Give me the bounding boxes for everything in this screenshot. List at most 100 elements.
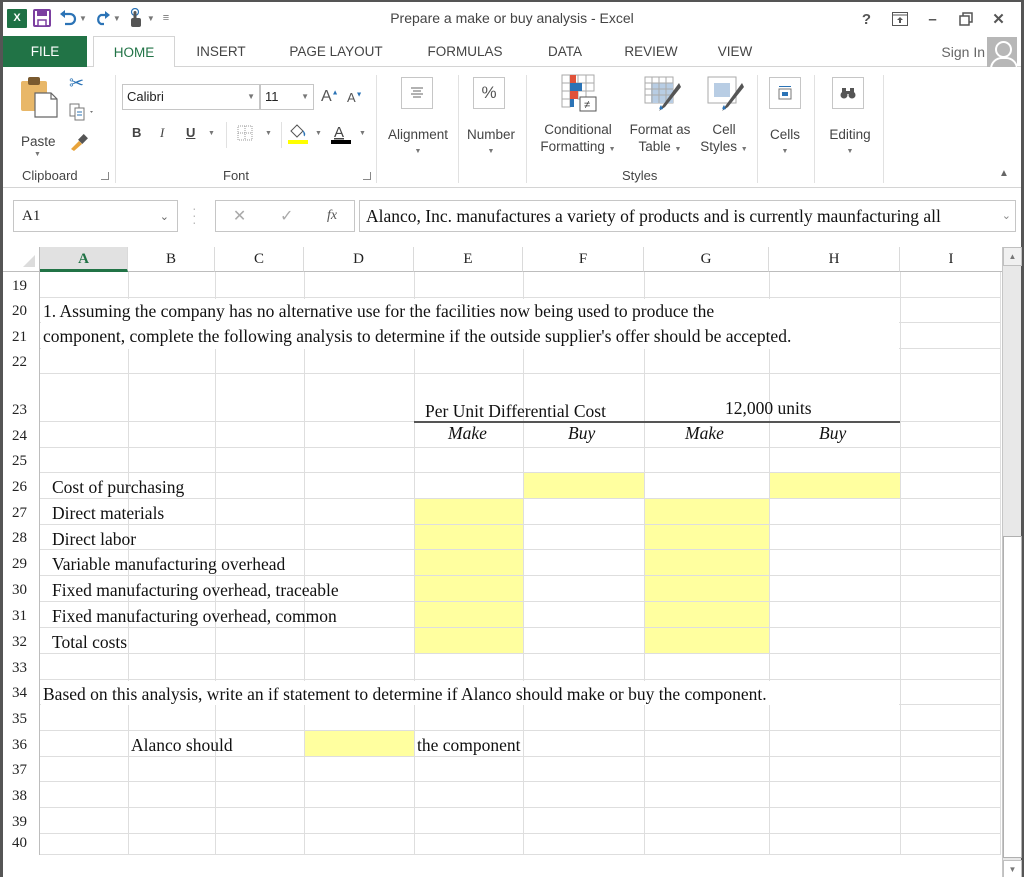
font-size-dropdown-icon[interactable]: ▼ <box>301 85 309 109</box>
tab-insert[interactable]: INSERT <box>185 36 257 67</box>
row-header-37[interactable]: 37 <box>3 757 40 782</box>
alignment-button[interactable]: Alignment ▼ <box>381 126 455 160</box>
avatar-icon[interactable] <box>987 36 1017 67</box>
tab-home[interactable]: HOME <box>93 36 175 68</box>
cancel-icon[interactable]: ✕ <box>233 206 246 226</box>
underline-button[interactable]: U <box>186 125 195 140</box>
column-header-f[interactable]: F <box>523 247 644 272</box>
close-icon[interactable]: ✕ <box>982 8 1015 30</box>
cell-a21[interactable]: component, complete the following analys… <box>43 326 791 346</box>
row-header-35[interactable]: 35 <box>3 705 40 731</box>
font-name-dropdown-icon[interactable]: ▼ <box>247 85 255 109</box>
font-launcher-icon[interactable] <box>363 172 371 180</box>
column-header-i[interactable]: I <box>900 247 1002 272</box>
sign-in[interactable]: Sign In <box>941 36 1017 67</box>
column-header-e[interactable]: E <box>414 247 523 272</box>
underline-dropdown-icon[interactable]: ▼ <box>208 130 215 137</box>
cell-a31[interactable]: Fixed manufacturing overhead, common <box>52 606 337 626</box>
row-header-19[interactable]: 19 <box>3 272 40 298</box>
paste-button[interactable]: Paste ▼ <box>13 75 65 158</box>
tab-data[interactable]: DATA <box>537 36 593 67</box>
row-header-31[interactable]: 31 <box>3 602 40 628</box>
format-painter-icon[interactable] <box>69 133 89 156</box>
bold-button[interactable]: B <box>132 125 141 140</box>
cell-a34[interactable]: Based on this analysis, write an if stat… <box>43 684 767 704</box>
input-cell-f26[interactable] <box>523 473 644 499</box>
cell-a26[interactable]: Cost of purchasing <box>52 477 184 497</box>
cell-a32[interactable]: Total costs <box>52 632 127 652</box>
insert-function-icon[interactable]: fx <box>327 208 337 224</box>
column-header-a[interactable]: A <box>40 247 128 272</box>
font-size-select[interactable]: 11 ▼ <box>260 84 314 110</box>
cells-icon[interactable] <box>769 77 801 109</box>
row-header-30[interactable]: 30 <box>3 576 40 602</box>
row-header-38[interactable]: 38 <box>3 782 40 808</box>
row-header-24[interactable]: 24 <box>3 422 40 448</box>
number-button[interactable]: Number ▼ <box>461 126 521 160</box>
cell-g23[interactable]: 12,000 units <box>725 398 812 418</box>
column-header-g[interactable]: G <box>644 247 769 272</box>
cell-h24[interactable]: Buy <box>819 423 846 443</box>
borders-icon[interactable] <box>237 125 253 146</box>
row-header-21[interactable]: 21 <box>3 323 40 349</box>
tab-page-layout[interactable]: PAGE LAYOUT <box>281 36 391 67</box>
input-cell-h26[interactable] <box>769 473 900 499</box>
row-header-33[interactable]: 33 <box>3 654 40 680</box>
row-header-26[interactable]: 26 <box>3 473 40 499</box>
cut-icon[interactable]: ✂ <box>69 73 84 94</box>
conditional-formatting-button[interactable]: Conditional Formatting ▼ <box>533 121 623 158</box>
fill-color-icon[interactable] <box>287 122 309 151</box>
scroll-down-icon[interactable]: ▼ <box>1003 860 1022 877</box>
row-header-20[interactable]: 20 <box>3 298 40 323</box>
name-box-dropdown-icon[interactable]: ⌄ <box>160 202 169 232</box>
tab-file[interactable]: FILE <box>3 36 87 67</box>
formula-bar-resize-handle[interactable]: · · · <box>192 201 197 229</box>
row-header-23[interactable]: 23 <box>3 374 40 422</box>
cell-a30[interactable]: Fixed manufacturing overhead, traceable <box>52 580 339 600</box>
scroll-up-icon[interactable]: ▲ <box>1003 247 1022 266</box>
font-color-icon[interactable]: A <box>330 122 352 151</box>
row-header-29[interactable]: 29 <box>3 550 40 576</box>
row-header-27[interactable]: 27 <box>3 499 40 525</box>
number-format-icon[interactable]: % <box>473 77 505 109</box>
name-box[interactable]: A1 ⌄ <box>13 200 178 232</box>
row-header-40[interactable]: 40 <box>3 834 40 855</box>
increase-font-size-icon[interactable]: A▲ <box>321 88 339 106</box>
scrollbar-thumb[interactable] <box>1003 536 1022 858</box>
row-header-25[interactable]: 25 <box>3 448 40 473</box>
borders-dropdown-icon[interactable]: ▼ <box>265 130 272 137</box>
cell-a20[interactable]: 1. Assuming the company has no alternati… <box>43 301 714 321</box>
copy-icon[interactable] <box>69 103 97 126</box>
cell-e36[interactable]: the component <box>417 735 521 755</box>
enter-icon[interactable]: ✓ <box>280 206 293 226</box>
editing-button[interactable]: Editing ▼ <box>821 126 879 160</box>
format-as-table-button[interactable]: Format as Table ▼ <box>623 121 697 158</box>
cell-a27[interactable]: Direct materials <box>52 503 164 523</box>
cell-e24[interactable]: Make <box>448 423 487 443</box>
italic-button[interactable]: I <box>160 125 164 141</box>
cell-e23[interactable]: Per Unit Differential Cost <box>425 401 606 421</box>
input-range-g27-g32[interactable] <box>644 499 769 654</box>
row-header-39[interactable]: 39 <box>3 808 40 834</box>
column-header-h[interactable]: H <box>769 247 900 272</box>
clipboard-launcher-icon[interactable] <box>101 172 109 180</box>
row-header-34[interactable]: 34 <box>3 680 40 705</box>
row-header-36[interactable]: 36 <box>3 731 40 757</box>
column-header-c[interactable]: C <box>215 247 304 272</box>
find-icon[interactable] <box>832 77 864 109</box>
cell-b36[interactable]: Alanco should <box>131 735 233 755</box>
sign-in-label[interactable]: Sign In <box>941 44 985 60</box>
expand-formula-bar-icon[interactable]: ⌄ <box>999 201 1011 231</box>
cell-styles-button[interactable]: Cell Styles ▼ <box>695 121 753 158</box>
select-all-button[interactable] <box>3 247 40 272</box>
vertical-scrollbar[interactable]: ▲ ▼ <box>1002 247 1022 877</box>
font-color-dropdown-icon[interactable]: ▼ <box>359 130 366 137</box>
tab-view[interactable]: VIEW <box>707 36 763 67</box>
restore-icon[interactable] <box>949 8 982 30</box>
paste-dropdown-icon[interactable]: ▼ <box>34 151 41 158</box>
input-cell-d36[interactable] <box>304 731 414 757</box>
cell-f24[interactable]: Buy <box>568 423 595 443</box>
decrease-font-size-icon[interactable]: A▼ <box>347 90 363 105</box>
collapse-ribbon-icon[interactable]: ▲ <box>999 168 1009 179</box>
tab-review[interactable]: REVIEW <box>615 36 687 67</box>
